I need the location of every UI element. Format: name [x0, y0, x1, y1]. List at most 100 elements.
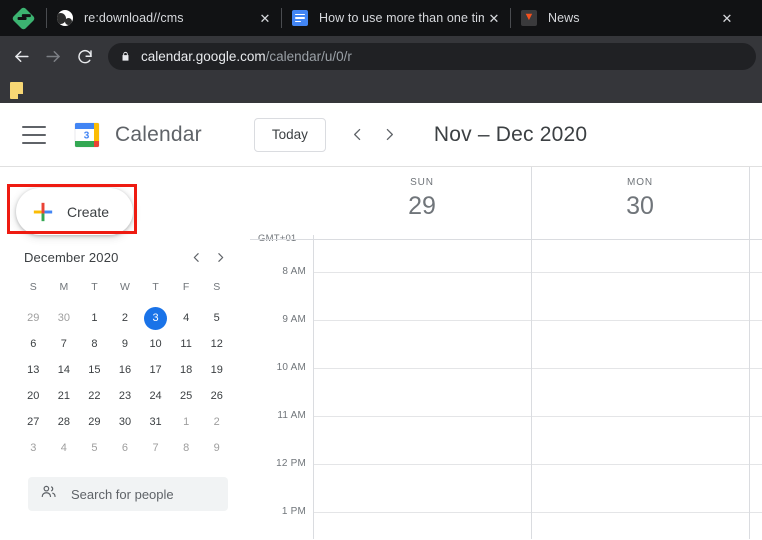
mini-calendar-day-number: 12 [211, 338, 223, 350]
close-icon[interactable]: ✕ [255, 8, 275, 28]
calendar-body: Create December 2020 SMTWTFS 29301234567… [0, 167, 762, 539]
browser-tab-2[interactable]: How to use more than one timez ✕ [282, 0, 510, 36]
mini-calendar-day-number: 4 [61, 442, 67, 454]
close-icon[interactable]: ✕ [484, 8, 504, 28]
reload-button[interactable] [70, 42, 100, 72]
browser-chrome: re:download//cms ✕ How to use more than … [0, 0, 762, 103]
mini-calendar-day[interactable]: 11 [171, 331, 202, 357]
mini-calendar-day[interactable]: 7 [140, 435, 171, 461]
mini-calendar-day-number: 23 [119, 390, 131, 402]
mini-calendar-day-number: 5 [214, 312, 220, 324]
mini-calendar-dow: F [171, 275, 202, 299]
mini-calendar-day[interactable]: 14 [49, 357, 80, 383]
mini-calendar-day-number: 30 [119, 416, 131, 428]
day-number: 30 [531, 192, 749, 221]
mini-calendar-day-number: 1 [183, 416, 189, 428]
mini-calendar-day[interactable]: 28 [49, 409, 80, 435]
page-title: Calendar [115, 123, 202, 147]
create-button[interactable]: Create [16, 188, 133, 235]
mini-calendar-day-number: 3 [30, 442, 36, 454]
mini-calendar-day[interactable]: 25 [171, 383, 202, 409]
calendar-header: 3 Calendar Today Nov – Dec 2020 [0, 103, 762, 167]
mini-calendar-day[interactable]: 19 [201, 357, 232, 383]
mini-calendar-day[interactable]: 4 [171, 305, 202, 331]
mini-calendar-day[interactable]: 8 [171, 435, 202, 461]
mini-calendar-day[interactable]: 29 [79, 409, 110, 435]
mini-calendar-day[interactable]: 1 [79, 305, 110, 331]
mini-calendar-day-number: 25 [180, 390, 192, 402]
browser-brand-button[interactable] [0, 0, 46, 36]
mini-calendar-day-number: 26 [211, 390, 223, 402]
mini-calendar-day[interactable]: 23 [110, 383, 141, 409]
mini-calendar-day[interactable]: 6 [110, 435, 141, 461]
browser-tab-3[interactable]: ▼ News ✕ [511, 0, 743, 36]
mini-calendar-day[interactable]: 9 [201, 435, 232, 461]
next-period-button[interactable] [374, 119, 406, 151]
padlock-icon [120, 50, 131, 63]
mini-calendar-next-button[interactable] [208, 245, 232, 269]
today-button[interactable]: Today [254, 118, 326, 152]
mini-calendar-day[interactable]: 24 [140, 383, 171, 409]
mini-calendar-day[interactable]: 2 [110, 305, 141, 331]
mini-calendar-day[interactable]: 17 [140, 357, 171, 383]
mini-calendar-day[interactable]: 15 [79, 357, 110, 383]
search-for-people-field[interactable]: Search for people [28, 477, 228, 511]
mini-calendar-day-number: 6 [122, 442, 128, 454]
mini-calendar-day[interactable]: 2 [201, 409, 232, 435]
mini-calendar-day[interactable]: 16 [110, 357, 141, 383]
mini-calendar-day[interactable]: 1 [171, 409, 202, 435]
mini-calendar-day[interactable]: 29 [18, 305, 49, 331]
google-calendar-logo[interactable]: 3 [71, 119, 103, 151]
mini-calendar-dow: M [49, 275, 80, 299]
mini-calendar-day[interactable]: 5 [201, 305, 232, 331]
day-of-week-label: MON [531, 177, 749, 188]
hour-label: 1 PM [250, 506, 306, 517]
mini-calendar-day-number: 9 [214, 442, 220, 454]
yellow-file-icon[interactable] [10, 82, 23, 99]
mini-calendar-day[interactable]: 30 [110, 409, 141, 435]
mini-calendar-day[interactable]: 20 [18, 383, 49, 409]
mini-calendar-day[interactable]: 27 [18, 409, 49, 435]
mini-calendar-day[interactable]: 12 [201, 331, 232, 357]
mini-calendar-day-number: 14 [58, 364, 70, 376]
mini-calendar-day[interactable]: 13 [18, 357, 49, 383]
back-button[interactable] [6, 42, 36, 72]
hour-label: 9 AM [250, 314, 306, 325]
hour-label: 12 PM [250, 458, 306, 469]
bookmarks-bar [0, 77, 762, 103]
previous-period-button[interactable] [342, 119, 374, 151]
date-range-title: Nov – Dec 2020 [434, 123, 587, 147]
day-column-header[interactable]: SUN29 [313, 177, 531, 221]
week-grid: SUN29MON30 GMT+01 8 AM9 AM10 AM11 AM12 P… [250, 167, 762, 539]
forward-button[interactable] [38, 42, 68, 72]
hour-label: 11 AM [250, 410, 306, 421]
mini-calendar-day[interactable]: 8 [79, 331, 110, 357]
mini-calendar-day[interactable]: 6 [18, 331, 49, 357]
mini-calendar-day[interactable]: 10 [140, 331, 171, 357]
mini-calendar-day-number: 2 [122, 312, 128, 324]
mini-calendar-day[interactable]: 18 [171, 357, 202, 383]
hamburger-menu-icon[interactable] [22, 126, 46, 144]
mini-calendar-day-today[interactable]: 3 [140, 305, 171, 331]
address-bar[interactable]: calendar.google.com/calendar/u/0/r [108, 43, 756, 70]
mini-calendar-day[interactable]: 31 [140, 409, 171, 435]
mini-calendar-day[interactable]: 22 [79, 383, 110, 409]
mini-calendar-day[interactable]: 30 [49, 305, 80, 331]
mini-calendar-day[interactable]: 21 [49, 383, 80, 409]
mini-calendar-month: December 2020 [24, 250, 184, 265]
mini-calendar-day-number: 9 [122, 338, 128, 350]
mini-calendar-day[interactable]: 7 [49, 331, 80, 357]
mini-calendar-day-number: 30 [58, 312, 70, 324]
close-icon[interactable]: ✕ [717, 8, 737, 28]
browser-tab-1[interactable]: re:download//cms ✕ [47, 0, 281, 36]
mini-calendar-day[interactable]: 26 [201, 383, 232, 409]
google-docs-icon [292, 10, 309, 27]
mini-calendar-prev-button[interactable] [184, 245, 208, 269]
mini-calendar-day-number: 20 [27, 390, 39, 402]
mini-calendar-day-number: 8 [91, 338, 97, 350]
mini-calendar-day[interactable]: 3 [18, 435, 49, 461]
day-column-header[interactable]: MON 30 [531, 177, 749, 221]
mini-calendar-day[interactable]: 9 [110, 331, 141, 357]
mini-calendar-day[interactable]: 5 [79, 435, 110, 461]
mini-calendar-day[interactable]: 4 [49, 435, 80, 461]
